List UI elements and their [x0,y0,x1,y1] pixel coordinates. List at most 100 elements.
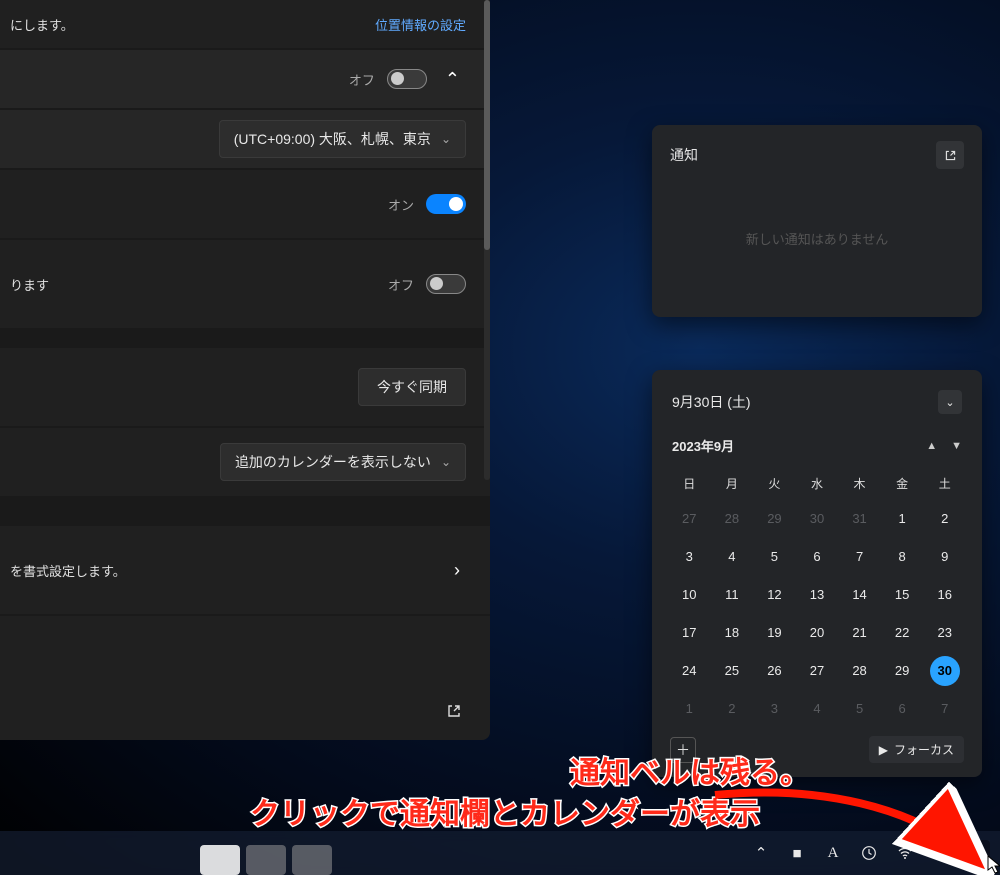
calendar-day-cell[interactable]: 21 [845,618,875,648]
calendar-day-cell[interactable]: 27 [674,504,704,534]
open-external-icon[interactable] [446,703,462,724]
format-desc: を書式設定します。 [10,561,126,580]
calendar-day-cell[interactable]: 14 [845,580,875,610]
calendar-day-cell[interactable]: 1 [887,504,917,534]
calendar-month-label[interactable]: 2023年9月 [672,436,734,455]
calendar-dow-cell: 金 [883,467,922,502]
toggle3[interactable] [426,274,466,294]
taskbar-app-3[interactable] [292,845,332,875]
wifi-icon[interactable] [892,840,918,866]
calendar-day-cell[interactable]: 11 [717,580,747,610]
location-settings-link[interactable]: 位置情報の設定 [375,15,466,34]
taskbar-app-1[interactable] [200,845,240,875]
calendar-dow-cell: 水 [798,467,837,502]
toggle1-label: オフ [349,70,375,89]
calendar-weekday-row: 日月火水木金土 [670,467,964,502]
calendar-dow-cell: 月 [713,467,752,502]
calendar-day-cell[interactable]: 26 [759,656,789,686]
calendar-collapse-button[interactable]: ⌄ [938,390,962,414]
calendar-day-cell[interactable]: 18 [717,618,747,648]
settings-panel: にします。 位置情報の設定 オフ ⌃ (UTC+09:00) 大阪、札幌、東京 … [0,0,490,740]
timezone-dropdown[interactable]: (UTC+09:00) 大阪、札幌、東京 ⌄ [219,120,466,158]
calendar-day-cell[interactable]: 2 [717,694,747,724]
calendar-day-cell[interactable]: 29 [759,504,789,534]
calendar-day-cell[interactable]: 20 [802,618,832,648]
calendar-day-cell[interactable]: 16 [930,580,960,610]
focus-label: フォーカス [894,741,954,758]
calendar-day-cell[interactable]: 4 [717,542,747,572]
calendar-day-cell[interactable]: 4 [802,694,832,724]
mouse-cursor [987,855,1000,875]
add-event-button[interactable]: ＋ [670,737,696,763]
calendar-day-cell[interactable]: 13 [802,580,832,610]
calendar-day-cell[interactable]: 5 [759,542,789,572]
taskbar: ⌃ ■ A [0,831,1000,875]
calendar-day-cell[interactable]: 30 [930,656,960,686]
sync-row: 今すぐ同期 [0,348,490,428]
ime-indicator[interactable]: A [820,840,846,866]
notification-title: 通知 [670,145,698,165]
toggle2[interactable] [426,194,466,214]
calendar-day-cell[interactable]: 5 [845,694,875,724]
calendar-day-cell[interactable]: 6 [802,542,832,572]
calendar-next-month[interactable]: ▼ [951,440,962,452]
calendar-day-cell[interactable]: 30 [802,504,832,534]
focus-button[interactable]: ▶ フォーカス [869,736,964,763]
calendar-days-grid: 2728293031123456789101112131415161718192… [670,502,964,726]
calendar-day-cell[interactable]: 28 [717,504,747,534]
tray-clock-icon[interactable] [856,840,882,866]
sync-now-button[interactable]: 今すぐ同期 [358,368,466,406]
volume-icon[interactable] [928,840,954,866]
tray-overflow-chevron[interactable]: ⌃ [748,840,774,866]
notification-expand-button[interactable] [936,141,964,169]
calendar-day-cell[interactable]: 9 [930,542,960,572]
calendar-day-cell[interactable]: 27 [802,656,832,686]
additional-calendars-dropdown[interactable]: 追加のカレンダーを表示しない ⌄ [220,443,466,481]
calendar-dow-cell: 日 [670,467,709,502]
calendar-day-cell[interactable]: 22 [887,618,917,648]
calendar-day-cell[interactable]: 3 [759,694,789,724]
calendar-day-cell[interactable]: 2 [930,504,960,534]
sync-now-label: 今すぐ同期 [377,377,447,397]
additional-calendars-row: 追加のカレンダーを表示しない ⌄ [0,428,490,498]
notification-empty-text: 新しい通知はありません [670,229,964,248]
calendar-day-cell[interactable]: 1 [674,694,704,724]
toggle2-label: オン [388,195,414,214]
timezone-row: (UTC+09:00) 大阪、札幌、東京 ⌄ [0,110,490,170]
calendar-dow-cell: 火 [755,467,794,502]
calendar-day-cell[interactable]: 24 [674,656,704,686]
taskbar-app-2[interactable] [246,845,286,875]
taskbar-app-group [200,845,332,875]
annotation-line-2: クリックで通知欄とカレンダーが表示 [10,795,1000,836]
calendar-day-cell[interactable]: 12 [759,580,789,610]
calendar-day-cell[interactable]: 6 [887,694,917,724]
settings-toggle-row-2: オン [0,170,490,240]
toggle1[interactable] [387,69,427,89]
timezone-value: (UTC+09:00) 大阪、札幌、東京 [234,129,431,149]
calendar-day-cell[interactable]: 15 [887,580,917,610]
calendar-day-cell[interactable]: 7 [845,542,875,572]
calendar-dow-cell: 土 [925,467,964,502]
calendar-day-cell[interactable]: 10 [674,580,704,610]
settings-header-row: にします。 位置情報の設定 [0,0,490,50]
notification-flyout: 通知 新しい通知はありません [652,125,982,317]
additional-calendars-value: 追加のカレンダーを表示しない [235,452,431,472]
calendar-day-cell[interactable]: 29 [887,656,917,686]
settings-header-text: にします。 [10,15,74,34]
calendar-day-cell[interactable]: 28 [845,656,875,686]
settings-toggle-row-1: オフ ⌃ [0,50,490,110]
expand-chevron-up[interactable]: ⌃ [439,65,466,94]
calendar-day-cell[interactable]: 19 [759,618,789,648]
tray-app-icon[interactable]: ■ [784,840,810,866]
calendar-day-cell[interactable]: 7 [930,694,960,724]
calendar-day-cell[interactable]: 8 [887,542,917,572]
calendar-day-cell[interactable]: 17 [674,618,704,648]
format-row[interactable]: を書式設定します。 › [0,526,490,616]
calendar-day-cell[interactable]: 23 [930,618,960,648]
chevron-down-icon: ⌄ [441,455,451,469]
calendar-day-cell[interactable]: 25 [717,656,747,686]
calendar-day-cell[interactable]: 31 [845,504,875,534]
calendar-day-cell[interactable]: 3 [674,542,704,572]
calendar-prev-month[interactable]: ▲ [926,440,937,452]
scrollbar-thumb[interactable] [484,0,490,250]
